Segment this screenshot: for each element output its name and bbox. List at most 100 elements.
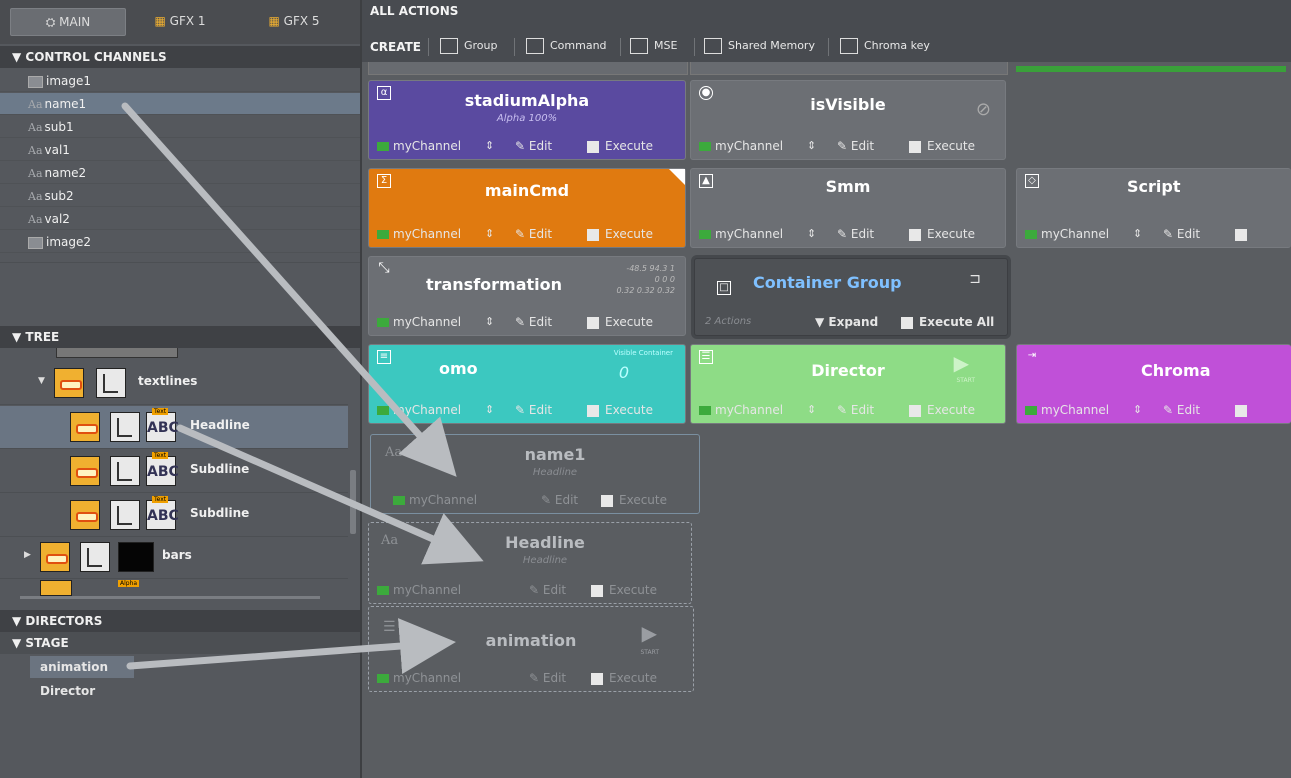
- channel-chevron-icon[interactable]: ⇕: [485, 309, 494, 335]
- edit-button[interactable]: ✎ Edit: [529, 577, 566, 603]
- tree-row-bars[interactable]: ▶ bars: [0, 536, 348, 579]
- tab-gfx1[interactable]: ▦ GFX 1: [140, 8, 220, 34]
- action-card-chroma[interactable]: ⇥ Chroma myChannel ⇕ ✎ Edit Execute: [1016, 344, 1291, 424]
- play-icon[interactable]: ▶: [642, 621, 657, 645]
- execute-button[interactable]: Execute: [587, 397, 653, 423]
- channel-selector[interactable]: myChannel: [699, 397, 783, 423]
- channel-item[interactable]: Aa val1: [0, 139, 361, 161]
- action-card-omo[interactable]: ≡ omo Visible Container 0 myChannel ⇕ ✎ …: [368, 344, 686, 424]
- execute-button[interactable]: Execute: [909, 221, 975, 247]
- action-card-smm[interactable]: ▲ Smm myChannel ⇕ ✎ Edit Execute: [690, 168, 1006, 248]
- action-card-container-group[interactable]: □ Container Group ⊐ 2 Actions ▼ Expand E…: [694, 258, 1008, 336]
- expand-arrow-icon[interactable]: ▼: [38, 376, 45, 386]
- channel-chevron-icon[interactable]: ⇕: [807, 221, 816, 247]
- channel-item[interactable]: Aa sub1: [0, 116, 361, 138]
- create-mse-button[interactable]: MSE: [630, 38, 677, 54]
- channel-item[interactable]: Aa name2: [0, 162, 361, 184]
- directors-header[interactable]: ▼ DIRECTORS: [0, 610, 361, 632]
- ghost-card-name1[interactable]: Aa name1 Headline myChannel ✎ Edit Execu…: [370, 434, 700, 514]
- create-command-button[interactable]: Command: [526, 38, 607, 54]
- director-item-animation[interactable]: animation: [30, 656, 134, 678]
- channel-item[interactable]: image1: [0, 70, 361, 92]
- tab-gfx5[interactable]: ▦ GFX 5: [254, 8, 334, 34]
- action-card-script[interactable]: ◇ Script myChannel ⇕ ✎ Edit Execute: [1016, 168, 1291, 248]
- execute-button[interactable]: Execute: [591, 665, 657, 691]
- channel-item[interactable]: Aa sub2: [0, 185, 361, 207]
- channel-chevron-icon[interactable]: ⇕: [807, 397, 816, 423]
- execute-button[interactable]: Execute: [587, 133, 653, 159]
- channel-item[interactable]: Aa name1: [0, 93, 361, 115]
- edit-button[interactable]: ✎ Edit: [515, 133, 552, 159]
- action-card-transformation[interactable]: ⤡ transformation -48.5 94.3 1 0 0 0 0.32…: [368, 256, 686, 336]
- action-card-stadiumalpha[interactable]: α stadiumAlpha Alpha 100% myChannel ⇕ ✎ …: [368, 80, 686, 160]
- action-card-maincmd[interactable]: Σ mainCmd myChannel ⇕ ✎ Edit Execute: [368, 168, 686, 248]
- channel-selector[interactable]: myChannel: [377, 133, 461, 159]
- expand-arrow-icon[interactable]: ▶: [24, 550, 31, 560]
- channel-item[interactable]: image2: [0, 231, 361, 253]
- execute-button[interactable]: Execute: [601, 487, 667, 513]
- edit-button[interactable]: ✎ Edit: [515, 309, 552, 335]
- action-card-partial[interactable]: [690, 62, 1008, 75]
- channel-selector[interactable]: myChannel: [699, 221, 783, 247]
- channel-chevron-icon[interactable]: ⇕: [1133, 397, 1142, 423]
- transform-icon: [110, 456, 140, 486]
- channel-selector[interactable]: myChannel: [377, 577, 461, 603]
- channel-selector[interactable]: myChannel: [1025, 221, 1109, 247]
- create-shared-memory-button[interactable]: Shared Memory: [704, 38, 815, 54]
- collapse-icon[interactable]: ⊐: [969, 271, 981, 287]
- channel-chevron-icon[interactable]: ⇕: [485, 133, 494, 159]
- channel-chevron-icon[interactable]: ⇕: [807, 133, 816, 159]
- tab-main[interactable]: ⛭ MAIN: [10, 8, 126, 36]
- control-channels-header[interactable]: ▼ CONTROL CHANNELS: [0, 46, 361, 68]
- execute-button[interactable]: Execute: [909, 133, 975, 159]
- channel-selector[interactable]: myChannel: [393, 487, 477, 513]
- edit-button[interactable]: ✎ Edit: [1163, 221, 1200, 247]
- tree-header[interactable]: ▼ TREE: [0, 326, 361, 348]
- execute-button[interactable]: Execute: [587, 309, 653, 335]
- action-card-director[interactable]: ☰ Director ▶ START myChannel ⇕ ✎ Edit Ex…: [690, 344, 1006, 424]
- edit-button[interactable]: ✎ Edit: [837, 221, 874, 247]
- transform-icon: [110, 412, 140, 442]
- channel-selector[interactable]: myChannel: [1025, 397, 1109, 423]
- edit-button[interactable]: ✎ Edit: [837, 397, 874, 423]
- channel-selector[interactable]: myChannel: [699, 133, 783, 159]
- channel-selector[interactable]: myChannel: [377, 665, 461, 691]
- channel-selector[interactable]: myChannel: [377, 309, 461, 335]
- stage-header[interactable]: ▼ STAGE: [0, 632, 361, 654]
- edit-button[interactable]: ✎ Edit: [529, 665, 566, 691]
- card-footer: myChannel ✎ Edit Execute: [371, 487, 699, 513]
- action-card-isvisible[interactable]: ● isVisible ⊘ myChannel ⇕ ✎ Edit Execute: [690, 80, 1006, 160]
- edit-button[interactable]: ✎ Edit: [1163, 397, 1200, 423]
- edit-button[interactable]: ✎ Edit: [515, 221, 552, 247]
- ghost-card-animation[interactable]: ☰ animation ▶ START myChannel ✎ Edit Exe…: [368, 606, 694, 692]
- execute-button[interactable]: Execute: [1235, 221, 1291, 247]
- tree-row-textlines[interactable]: ▼ textlines: [0, 362, 348, 405]
- tree-vertical-scrollbar[interactable]: [350, 470, 356, 534]
- create-group-button[interactable]: Group: [440, 38, 498, 54]
- execute-button[interactable]: Execute: [587, 221, 653, 247]
- channel-item[interactable]: Aa val2: [0, 208, 361, 230]
- create-chroma-key-button[interactable]: Chroma key: [840, 38, 930, 54]
- execute-button[interactable]: Execute: [1235, 397, 1291, 423]
- tree-row-subdline[interactable]: ABC Text Subdline: [0, 494, 348, 537]
- channel-chevron-icon[interactable]: ⇕: [1133, 221, 1142, 247]
- tree-horizontal-scrollbar[interactable]: [20, 596, 320, 599]
- ghost-card-headline[interactable]: Aa Headline Headline myChannel ✎ Edit Ex…: [368, 522, 692, 604]
- tree-row-subdline[interactable]: ABC Text Subdline: [0, 450, 348, 493]
- edit-button[interactable]: ✎ Edit: [515, 397, 552, 423]
- channel-selector[interactable]: myChannel: [377, 221, 461, 247]
- director-item-director[interactable]: Director: [40, 680, 95, 702]
- tree-row-headline[interactable]: ABC Text Headline: [0, 406, 348, 449]
- action-card-partial[interactable]: [368, 62, 688, 75]
- edit-button[interactable]: ✎ Edit: [541, 487, 578, 513]
- channel-chevron-icon[interactable]: ⇕: [485, 397, 494, 423]
- channel-chevron-icon[interactable]: ⇕: [485, 221, 494, 247]
- expand-button[interactable]: ▼ Expand: [815, 309, 878, 335]
- channel-label: val1: [44, 143, 70, 157]
- edit-button[interactable]: ✎ Edit: [837, 133, 874, 159]
- play-icon[interactable]: ▶: [954, 351, 969, 375]
- channel-selector[interactable]: myChannel: [377, 397, 461, 423]
- execute-button[interactable]: Execute: [591, 577, 657, 603]
- execute-all-button[interactable]: Execute All: [901, 309, 994, 335]
- execute-button[interactable]: Execute: [909, 397, 975, 423]
